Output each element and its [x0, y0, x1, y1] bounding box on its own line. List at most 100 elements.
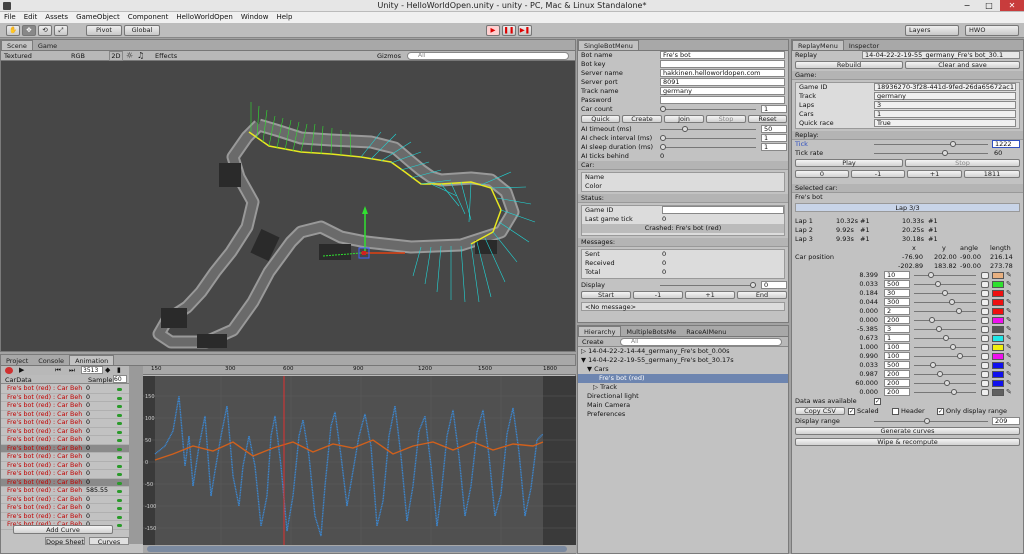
curve-visibility-icon[interactable] — [117, 490, 122, 493]
curve-visibility-icon[interactable] — [117, 396, 122, 400]
curve-row[interactable]: Fre's bot (red) : Car Beh0 — [1, 496, 129, 504]
curve-scale-slider[interactable] — [914, 272, 976, 278]
tab-raceai[interactable]: RaceAIMenu — [681, 327, 731, 337]
gizmos-dropdown[interactable]: Gizmos — [377, 52, 401, 60]
curve-scale-field[interactable]: 500 — [884, 280, 910, 288]
curve-scale-slider[interactable] — [914, 353, 976, 359]
replay-stop-button[interactable]: Stop — [905, 159, 1020, 167]
menu-help[interactable]: Help — [272, 12, 296, 23]
curve-visibility-icon[interactable] — [117, 439, 122, 442]
move-tool-icon[interactable]: ✥ — [22, 25, 36, 36]
shading-dropdown[interactable]: Textured — [4, 52, 60, 60]
curve-scale-field[interactable]: 200 — [884, 370, 910, 378]
curve-scale-field[interactable]: 30 — [884, 289, 910, 297]
tab-dope-sheet[interactable]: Dope Sheet — [45, 537, 85, 546]
replay-next-button[interactable]: +1 — [907, 170, 962, 178]
curve-row[interactable]: Fre's bot (red) : Car Beh0 — [1, 385, 129, 394]
curve-row[interactable]: Fre's bot (red) : Car Beh0 — [1, 462, 129, 470]
curve-visibility-icon[interactable] — [117, 422, 122, 425]
eyedropper-icon[interactable]: ✎ — [1006, 280, 1012, 289]
prev-key-icon[interactable]: ⏮ — [55, 366, 61, 375]
pause-button[interactable]: ❚❚ — [502, 25, 516, 36]
replay-play-button[interactable]: Play — [795, 159, 903, 167]
end-button[interactable]: End — [737, 291, 787, 299]
curve-row[interactable]: Fre's bot (red) : Car Beh0 — [1, 504, 129, 513]
eyedropper-icon[interactable]: ✎ — [1006, 316, 1012, 325]
ai-timeout-slider[interactable] — [660, 126, 756, 132]
tab-replaymenu[interactable]: ReplayMenu — [792, 40, 844, 50]
curve-scale-slider[interactable] — [914, 326, 976, 332]
header-checkbox[interactable] — [892, 408, 899, 415]
play-anim-icon[interactable]: ▶ — [19, 366, 24, 374]
menu-component[interactable]: Component — [124, 12, 173, 23]
curve-scale-slider[interactable] — [914, 290, 976, 296]
curve-row[interactable]: Fre's bot (red) : Car Beh0 — [1, 470, 129, 479]
ai-sleep-field[interactable]: 1 — [761, 143, 787, 151]
ai-check-field[interactable]: 1 — [761, 134, 787, 142]
curve-toggle[interactable] — [981, 353, 989, 360]
curve-scale-slider[interactable] — [914, 317, 976, 323]
tab-scene[interactable]: Scene — [1, 40, 33, 50]
ai-sleep-slider[interactable] — [660, 144, 756, 150]
curve-color-swatch[interactable] — [992, 389, 1004, 396]
curve-toggle[interactable] — [981, 281, 989, 288]
curve-scale-field[interactable]: 10 — [884, 271, 910, 279]
curve-color-swatch[interactable] — [992, 371, 1004, 378]
curve-color-swatch[interactable] — [992, 290, 1004, 297]
curve-scale-field[interactable]: 200 — [884, 388, 910, 396]
curve-toggle[interactable] — [981, 326, 989, 333]
copy-csv-button[interactable]: Copy CSV — [795, 407, 845, 415]
curve-scale-field[interactable]: 100 — [884, 343, 910, 351]
curve-toggle[interactable] — [981, 290, 989, 297]
curve-toggle[interactable] — [981, 308, 989, 315]
eyedropper-icon[interactable]: ✎ — [1006, 370, 1012, 379]
hierarchy-item[interactable]: Fre's bot (red) — [578, 374, 788, 383]
quick-button[interactable]: Quick — [581, 115, 620, 123]
hand-tool-icon[interactable]: ✋ — [6, 25, 20, 36]
rebuild-button[interactable]: Rebuild — [795, 61, 903, 69]
curve-toggle[interactable] — [981, 389, 989, 396]
curve-list-scrollbar[interactable] — [129, 366, 143, 544]
ai-timeout-field[interactable]: 50 — [761, 125, 787, 133]
tab-curves[interactable]: Curves — [89, 537, 129, 546]
curve-color-swatch[interactable] — [992, 281, 1004, 288]
curve-row[interactable]: Fre's bot (red) : Car Beh 585.55 — [1, 487, 129, 496]
curve-scale-slider[interactable] — [914, 281, 976, 287]
curve-row[interactable]: Fre's bot (red) : Car Beh0 — [1, 444, 129, 453]
curve-scale-field[interactable]: 500 — [884, 361, 910, 369]
eyedropper-icon[interactable]: ✎ — [1006, 361, 1012, 370]
timeline-scrollbar[interactable] — [143, 545, 576, 553]
curve-visibility-icon[interactable] — [117, 388, 122, 391]
eyedropper-icon[interactable]: ✎ — [1006, 325, 1012, 334]
hierarchy-search-input[interactable]: All — [620, 338, 782, 346]
wipe-recompute-button[interactable]: Wipe & recompute — [795, 438, 1020, 446]
eyedropper-icon[interactable]: ✎ — [1006, 289, 1012, 298]
eyedropper-icon[interactable]: ✎ — [1006, 379, 1012, 388]
curve-scale-field[interactable]: 200 — [884, 379, 910, 387]
tick-field[interactable]: 1222 — [992, 140, 1020, 148]
curve-toggle[interactable] — [981, 362, 989, 369]
pivot-toggle[interactable]: Pivot — [86, 25, 122, 36]
curve-editor[interactable]: 150 100 50 0 -50 -100 -150 — [143, 376, 576, 546]
eyedropper-icon[interactable]: ✎ — [1006, 334, 1012, 343]
curve-scale-slider[interactable] — [914, 362, 976, 368]
curve-scale-slider[interactable] — [914, 344, 976, 350]
tab-multiplebots[interactable]: MultipleBotsMe — [621, 327, 681, 337]
rotate-tool-icon[interactable]: ⟲ — [38, 25, 52, 36]
bot-field-input[interactable]: 8091 — [660, 78, 785, 86]
menu-helloworldopen[interactable]: HelloWorldOpen — [172, 12, 237, 23]
eyedropper-icon[interactable]: ✎ — [1006, 388, 1012, 397]
tab-inspector[interactable]: Inspector — [844, 41, 884, 51]
curve-scale-slider[interactable] — [914, 371, 976, 377]
timeline-scroll-thumb[interactable] — [147, 546, 567, 552]
tab-singlebotmenu[interactable]: SingleBotMenu — [578, 40, 639, 50]
replay-first-button[interactable]: 0 — [795, 170, 849, 178]
clip-dropdown[interactable]: CarData — [5, 376, 32, 384]
tab-hierarchy[interactable]: Hierarchy — [578, 326, 622, 336]
curve-row[interactable]: Fre's bot (red) : Car Beh0 — [1, 411, 129, 419]
curve-scale-field[interactable]: 2 — [884, 307, 910, 315]
close-button[interactable]: ✕ — [1000, 0, 1024, 11]
curve-visibility-icon[interactable] — [117, 473, 122, 476]
add-event-icon[interactable]: ▮ — [117, 366, 121, 374]
scale-tool-icon[interactable]: ⤢ — [54, 25, 68, 36]
